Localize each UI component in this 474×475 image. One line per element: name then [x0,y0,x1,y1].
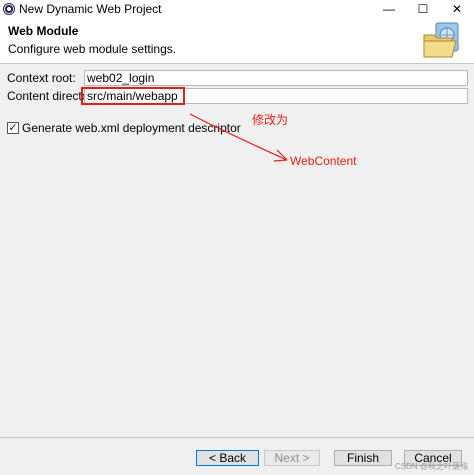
minimize-icon: — [383,2,395,16]
wizard-header: Web Module Configure web module settings… [0,18,474,64]
generate-web-xml-checkbox[interactable]: ✓ [7,122,19,134]
title-bar: New Dynamic Web Project — ☐ ✕ [0,0,474,18]
checkmark-icon: ✓ [8,122,18,134]
context-root-label: Context root: [7,71,76,85]
page-title: Web Module [8,24,79,38]
content-directory-input[interactable] [84,88,468,104]
annotation-target: WebContent [290,154,357,168]
generate-web-xml-option[interactable]: ✓ Generate web.xml deployment descriptor [7,121,241,135]
web-folder-icon [423,22,459,58]
window-controls: — ☐ ✕ [372,0,474,18]
context-root-input[interactable] [84,70,468,86]
minimize-button[interactable]: — [372,0,406,18]
back-button[interactable]: < Back [196,450,259,466]
page-description: Configure web module settings. [8,42,177,56]
annotation-note: 修改为 [252,113,289,127]
generate-web-xml-label: Generate web.xml deployment descriptor [22,121,241,135]
maximize-icon: ☐ [417,2,429,16]
close-icon: ✕ [451,2,463,16]
maximize-button[interactable]: ☐ [406,0,440,18]
finish-button[interactable]: Finish [334,450,392,466]
next-button[interactable]: Next > [264,450,320,466]
window-title: New Dynamic Web Project [19,2,162,16]
footer-separator [0,437,474,438]
eclipse-icon [3,3,15,15]
close-button[interactable]: ✕ [440,0,474,18]
watermark: CSDN @秋之叶落殇 [394,462,468,471]
